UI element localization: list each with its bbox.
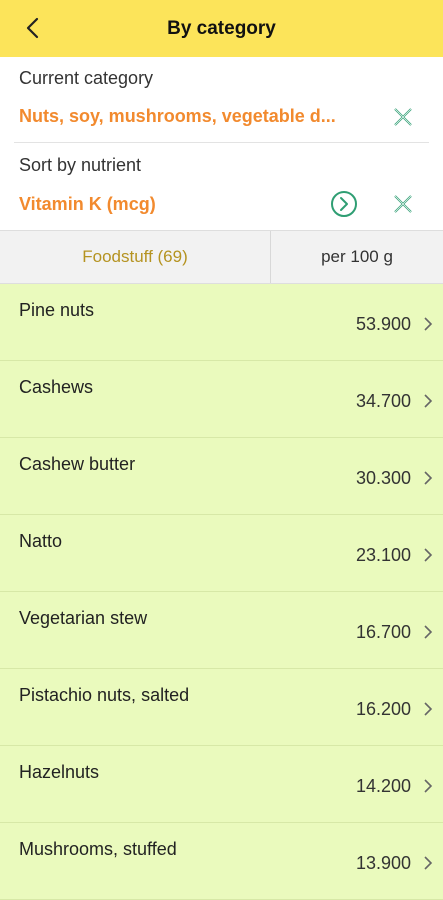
chevron-right-icon [424,625,433,639]
food-list: Pine nuts 53.900 Cashews 34.700 Cashew b… [0,284,443,900]
page-title: By category [167,17,276,39]
list-item[interactable]: Mushrooms, stuffed 13.900 [0,823,443,900]
list-item[interactable]: Pistachio nuts, salted 16.200 [0,669,443,746]
nutrient-value: 14.200 [355,776,411,796]
nutrient-value: 13.900 [355,853,411,873]
current-category-value[interactable]: Nuts, soy, mushrooms, vegetable d... [19,106,359,127]
close-x-icon [394,108,412,126]
food-name: Cashew butter [19,454,136,474]
back-button[interactable] [18,13,48,43]
food-name: Pine nuts [19,300,95,320]
chevron-right-icon [424,856,433,870]
per-100g-column-header[interactable]: per 100 g [271,231,443,283]
column-header: Foodstuff (69) per 100 g [0,230,443,284]
nutrient-value: 23.100 [355,545,411,565]
close-x-icon [394,195,412,213]
nutrient-value: 30.300 [355,468,411,488]
food-name: Vegetarian stew [19,608,148,628]
app-bar: By category [0,0,443,57]
nutrient-value: 16.200 [355,699,411,719]
chevron-right-icon [424,471,433,485]
current-category-section: Current category Nuts, soy, mushrooms, v… [0,57,443,143]
chevron-right-icon [424,317,433,331]
list-item[interactable]: Cashews 34.700 [0,361,443,438]
open-nutrient-button[interactable] [329,189,359,219]
chevron-right-icon [424,779,433,793]
nutrient-value: 16.700 [355,622,411,642]
nutrient-value: 34.700 [355,391,411,411]
sort-nutrient-value[interactable]: Vitamin K (mcg) [19,194,299,215]
chevron-right-icon [424,702,433,716]
clear-sort-button[interactable] [388,189,418,219]
food-name: Pistachio nuts, salted [19,685,190,705]
chevron-right-icon [424,394,433,408]
foodstuff-column-header[interactable]: Foodstuff (69) [0,231,271,283]
list-item[interactable]: Pine nuts 53.900 [0,284,443,361]
food-name: Cashews [19,377,94,397]
clear-category-button[interactable] [388,102,418,132]
sort-by-nutrient-section: Sort by nutrient Vitamin K (mcg) [0,143,443,230]
chevron-left-icon [26,17,39,39]
food-name: Hazelnuts [19,762,100,782]
food-name: Mushrooms, stuffed [19,839,177,859]
sort-by-nutrient-label: Sort by nutrient [19,155,142,175]
list-item[interactable]: Hazelnuts 14.200 [0,746,443,823]
list-item[interactable]: Natto 23.100 [0,515,443,592]
list-item[interactable]: Cashew butter 30.300 [0,438,443,515]
chevron-right-circle-icon [331,191,357,217]
chevron-right-icon [424,548,433,562]
food-name: Natto [19,531,63,551]
list-item[interactable]: Vegetarian stew 16.700 [0,592,443,669]
current-category-label: Current category [19,68,154,88]
nutrient-value: 53.900 [355,314,411,334]
